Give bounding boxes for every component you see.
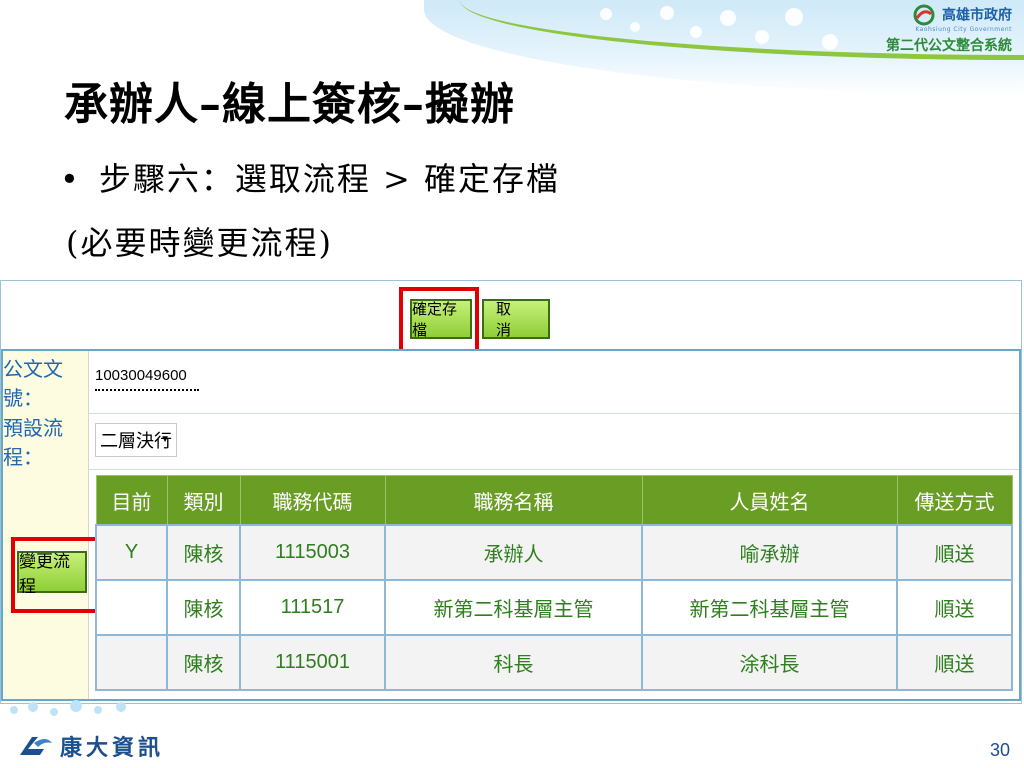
bullet-text: 步驟六：選取流程 > 確定存檔 bbox=[98, 160, 561, 198]
page-title: 承辦人–線上簽核–擬辦 bbox=[64, 79, 515, 130]
default-flow-select[interactable]: 二層決行 ▼ bbox=[95, 423, 177, 457]
doc-number-underline bbox=[95, 389, 199, 391]
cell-type: 陳核 bbox=[166, 524, 241, 581]
table-row[interactable]: Y 陳核 1115003 承辦人 喻承辦 順送 bbox=[95, 524, 1013, 581]
gov-name: 高雄市政府 bbox=[942, 7, 1012, 24]
gov-english: Kaohsiung City Government bbox=[915, 26, 1012, 33]
doc-number-value: 10030049600 bbox=[95, 367, 187, 384]
cell-position-code: 1115001 bbox=[239, 634, 386, 691]
bullet-dot: • bbox=[60, 160, 81, 198]
kaohsiung-logo-icon bbox=[913, 4, 935, 26]
company-logo: 康大資訊 bbox=[14, 730, 164, 762]
save-button[interactable]: 確定存檔 bbox=[409, 298, 473, 340]
cell-position-code: 111517 bbox=[239, 579, 386, 636]
cell-position-name: 新第二科基層主管 bbox=[384, 579, 643, 636]
cell-send-method: 順送 bbox=[896, 634, 1013, 691]
col-type: 類別 bbox=[166, 475, 241, 526]
change-flow-button[interactable]: 變更流程 bbox=[16, 550, 88, 596]
app-panel: 確定存檔 取消 公文文號： 10030049600 預設流程： 二層決行 ▼ 變… bbox=[0, 280, 1022, 704]
cell-position-name: 科長 bbox=[384, 634, 643, 691]
doc-number-label: 公文文號： bbox=[3, 351, 89, 413]
cell-type: 陳核 bbox=[166, 634, 241, 691]
col-position-name: 職務名稱 bbox=[384, 475, 643, 526]
cell-person-name: 涂科長 bbox=[641, 634, 898, 691]
col-person-name: 人員姓名 bbox=[641, 475, 898, 526]
col-position-code: 職務代碼 bbox=[239, 475, 386, 526]
default-flow-label: 預設流程： bbox=[3, 413, 89, 469]
cancel-button[interactable]: 取消 bbox=[481, 298, 551, 340]
cell-person-name: 新第二科基層主管 bbox=[641, 579, 898, 636]
page-number: 30 bbox=[989, 740, 1010, 760]
sub-note: (必要時變更流程) bbox=[66, 224, 333, 262]
cell-type: 陳核 bbox=[166, 579, 241, 636]
cell-position-code: 1115003 bbox=[239, 524, 386, 581]
col-current: 目前 bbox=[95, 475, 168, 526]
cell-position-name: 承辦人 bbox=[384, 524, 643, 581]
flow-list-row: 變更流程 目前 類別 職務代碼 職務名稱 人員姓名 傳送方式 Y 陳核 1115… bbox=[3, 469, 1019, 699]
table-row[interactable]: 陳核 111517 新第二科基層主管 新第二科基層主管 順送 bbox=[95, 579, 1013, 636]
cell-send-method: 順送 bbox=[896, 524, 1013, 581]
col-send-method: 傳送方式 bbox=[896, 475, 1013, 526]
default-flow-row: 預設流程： 二層決行 ▼ bbox=[3, 413, 1019, 470]
system-name: 第二代公文整合系統 bbox=[886, 38, 1012, 54]
table-row[interactable]: 陳核 1115001 科長 涂科長 順送 bbox=[95, 634, 1013, 691]
cell-current bbox=[95, 579, 168, 636]
cell-current: Y bbox=[95, 524, 168, 581]
flow-table: 目前 類別 職務代碼 職務名稱 人員姓名 傳送方式 Y 陳核 1115003 承… bbox=[95, 475, 1013, 691]
chevron-down-icon: ▼ bbox=[160, 434, 170, 445]
bullet-step: • 步驟六：選取流程 > 確定存檔 bbox=[60, 154, 560, 200]
table-header-row: 目前 類別 職務代碼 職務名稱 人員姓名 傳送方式 bbox=[95, 475, 1013, 526]
company-name: 康大資訊 bbox=[60, 736, 165, 761]
gov-logo: 高雄市政府 Kaohsiung City Government 第二代公文整合系… bbox=[886, 4, 1012, 55]
kangda-logo-icon bbox=[20, 737, 52, 755]
cell-current bbox=[95, 634, 168, 691]
cell-send-method: 順送 bbox=[896, 579, 1013, 636]
cell-person-name: 喻承辦 bbox=[641, 524, 898, 581]
flow-form: 公文文號： 10030049600 預設流程： 二層決行 ▼ 變更流程 目前 類… bbox=[1, 349, 1021, 701]
doc-number-row: 公文文號： 10030049600 bbox=[3, 351, 1019, 414]
